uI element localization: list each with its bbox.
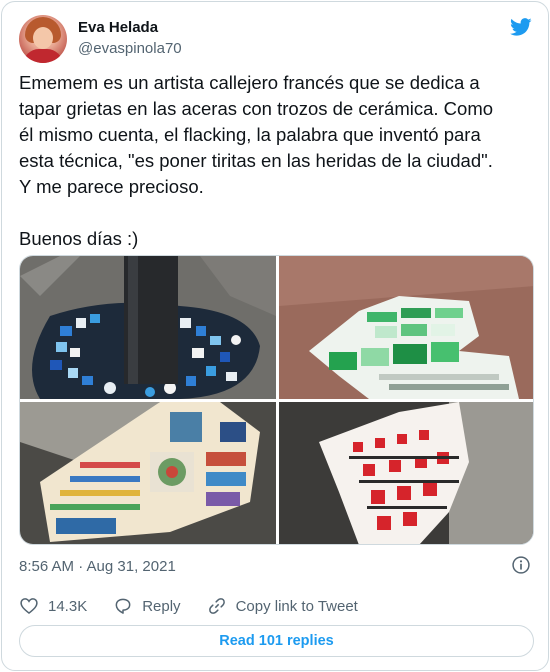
author-display-name[interactable]: Eva Helada bbox=[78, 19, 158, 36]
media-grid[interactable] bbox=[19, 255, 534, 545]
like-button[interactable]: 14.3K bbox=[19, 596, 87, 616]
mosaic-photo-1[interactable] bbox=[20, 256, 276, 399]
mosaic-photo-3[interactable] bbox=[20, 402, 276, 544]
info-icon[interactable] bbox=[511, 555, 531, 575]
copy-link-button[interactable]: Copy link to Tweet bbox=[207, 596, 358, 616]
reply-button[interactable]: Reply bbox=[113, 596, 181, 616]
reply-label: Reply bbox=[142, 597, 181, 615]
avatar[interactable] bbox=[19, 15, 67, 63]
tweet-actions: 14.3K Reply Copy link to Tweet bbox=[19, 595, 384, 617]
copy-link-label: Copy link to Tweet bbox=[235, 597, 358, 615]
tweet-timestamp[interactable]: 8:56 AM · Aug 31, 2021 bbox=[19, 558, 176, 575]
read-replies-button[interactable]: Read 101 replies bbox=[19, 625, 534, 657]
mosaic-photo-4[interactable] bbox=[279, 402, 533, 544]
mosaic-photo-2[interactable] bbox=[279, 256, 533, 399]
heart-icon bbox=[20, 598, 38, 615]
link-icon bbox=[208, 598, 225, 614]
reply-icon bbox=[115, 598, 131, 614]
author-handle[interactable]: @evaspinola70 bbox=[78, 40, 182, 57]
twitter-bird-icon[interactable] bbox=[509, 16, 533, 38]
tweet-text: Ememem es un artista callejero francés q… bbox=[19, 72, 494, 249]
like-count: 14.3K bbox=[48, 597, 88, 615]
tweet-card: Eva Helada @evaspinola70 Ememem es un ar… bbox=[1, 1, 549, 671]
